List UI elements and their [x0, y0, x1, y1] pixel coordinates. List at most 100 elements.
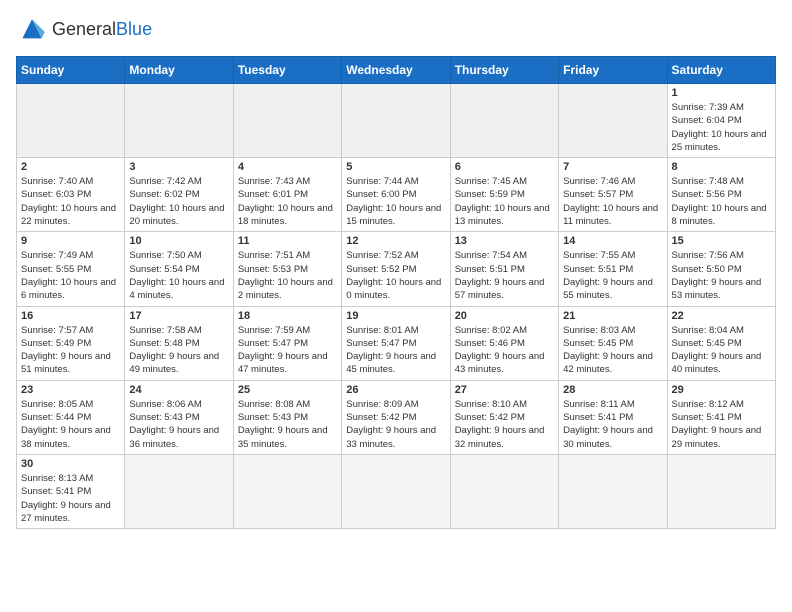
weekday-header-wednesday: Wednesday	[342, 57, 450, 84]
day-info: Sunrise: 8:04 AM Sunset: 5:45 PM Dayligh…	[672, 324, 771, 377]
day-info: Sunrise: 7:45 AM Sunset: 5:59 PM Dayligh…	[455, 175, 554, 228]
day-number: 19	[346, 310, 445, 322]
calendar-cell: 23 Sunrise: 8:05 AM Sunset: 5:44 PM Dayli…	[17, 380, 125, 454]
day-info: Sunrise: 7:44 AM Sunset: 6:00 PM Dayligh…	[346, 175, 445, 228]
calendar-cell: 30Sunrise: 8:13 AM Sunset: 5:41 PM Dayli…	[17, 454, 125, 528]
calendar-cell: 12Sunrise: 7:52 AM Sunset: 5:52 PM Dayli…	[342, 232, 450, 306]
calendar-cell	[450, 84, 558, 158]
day-info: Sunrise: 7:48 AM Sunset: 5:56 PM Dayligh…	[672, 175, 771, 228]
day-info: Sunrise: 7:49 AM Sunset: 5:55 PM Dayligh…	[21, 249, 120, 302]
day-info: Sunrise: 8:05 AM Sunset: 5:44 PM Dayligh…	[21, 398, 120, 451]
calendar-cell: 19Sunrise: 8:01 AM Sunset: 5:47 PM Dayli…	[342, 306, 450, 380]
day-number: 5	[346, 161, 445, 173]
day-info: Sunrise: 7:54 AM Sunset: 5:51 PM Dayligh…	[455, 249, 554, 302]
day-number: 11	[238, 235, 337, 247]
calendar-cell: 11 Sunrise: 7:51 AM Sunset: 5:53 PM Dayli…	[233, 232, 341, 306]
day-info: Sunrise: 8:03 AM Sunset: 5:45 PM Dayligh…	[563, 324, 662, 377]
day-info: Sunrise: 7:52 AM Sunset: 5:52 PM Dayligh…	[346, 249, 445, 302]
day-number: 8	[672, 161, 771, 173]
day-info: Sunrise: 7:57 AM Sunset: 5:49 PM Dayligh…	[21, 324, 120, 377]
calendar-cell	[450, 454, 558, 528]
calendar-cell	[233, 454, 341, 528]
day-info: Sunrise: 7:40 AM Sunset: 6:03 PM Dayligh…	[21, 175, 120, 228]
calendar-cell: 26 Sunrise: 8:09 AM Sunset: 5:42 PM Dayli…	[342, 380, 450, 454]
day-number: 7	[563, 161, 662, 173]
day-info: Sunrise: 8:09 AM Sunset: 5:42 PM Dayligh…	[346, 398, 445, 451]
calendar-cell	[233, 84, 341, 158]
day-info: Sunrise: 7:59 AM Sunset: 5:47 PM Dayligh…	[238, 324, 337, 377]
day-number: 13	[455, 235, 554, 247]
calendar-cell: 5 Sunrise: 7:44 AM Sunset: 6:00 PM Daylig…	[342, 158, 450, 232]
day-info: Sunrise: 8:11 AM Sunset: 5:41 PM Dayligh…	[563, 398, 662, 451]
calendar-cell: 1 Sunrise: 7:39 AM Sunset: 6:04 PM Daylig…	[667, 84, 775, 158]
day-info: Sunrise: 7:46 AM Sunset: 5:57 PM Dayligh…	[563, 175, 662, 228]
day-info: Sunrise: 7:51 AM Sunset: 5:53 PM Dayligh…	[238, 249, 337, 302]
calendar-cell: 4 Sunrise: 7:43 AM Sunset: 6:01 PM Daylig…	[233, 158, 341, 232]
day-number: 20	[455, 310, 554, 322]
calendar-cell	[342, 454, 450, 528]
calendar-week-row: 23 Sunrise: 8:05 AM Sunset: 5:44 PM Dayli…	[17, 380, 776, 454]
day-number: 16	[21, 310, 120, 322]
calendar-cell: 20 Sunrise: 8:02 AM Sunset: 5:46 PM Dayli…	[450, 306, 558, 380]
day-number: 18	[238, 310, 337, 322]
calendar-cell	[667, 454, 775, 528]
weekday-header-friday: Friday	[559, 57, 667, 84]
calendar-cell: 22Sunrise: 8:04 AM Sunset: 5:45 PM Dayli…	[667, 306, 775, 380]
calendar-cell: 6 Sunrise: 7:45 AM Sunset: 5:59 PM Daylig…	[450, 158, 558, 232]
weekday-header-tuesday: Tuesday	[233, 57, 341, 84]
page-header: GeneralBlue	[16, 16, 776, 44]
logo: GeneralBlue	[16, 16, 152, 44]
calendar-cell: 21 Sunrise: 8:03 AM Sunset: 5:45 PM Dayli…	[559, 306, 667, 380]
calendar-cell: 10Sunrise: 7:50 AM Sunset: 5:54 PM Dayli…	[125, 232, 233, 306]
calendar-cell: 28 Sunrise: 8:11 AM Sunset: 5:41 PM Dayli…	[559, 380, 667, 454]
calendar-cell	[342, 84, 450, 158]
day-number: 25	[238, 384, 337, 396]
day-number: 10	[129, 235, 228, 247]
day-number: 30	[21, 458, 120, 470]
day-info: Sunrise: 7:43 AM Sunset: 6:01 PM Dayligh…	[238, 175, 337, 228]
day-number: 28	[563, 384, 662, 396]
day-number: 6	[455, 161, 554, 173]
calendar-table: SundayMondayTuesdayWednesdayThursdayFrid…	[16, 56, 776, 529]
day-number: 23	[21, 384, 120, 396]
day-info: Sunrise: 7:56 AM Sunset: 5:50 PM Dayligh…	[672, 249, 771, 302]
day-number: 4	[238, 161, 337, 173]
calendar-week-row: 2 Sunrise: 7:40 AM Sunset: 6:03 PM Daylig…	[17, 158, 776, 232]
calendar-week-row: 1 Sunrise: 7:39 AM Sunset: 6:04 PM Daylig…	[17, 84, 776, 158]
calendar-cell: 24Sunrise: 8:06 AM Sunset: 5:43 PM Dayli…	[125, 380, 233, 454]
day-number: 1	[672, 87, 771, 99]
day-number: 9	[21, 235, 120, 247]
calendar-cell	[125, 454, 233, 528]
calendar-cell: 25 Sunrise: 8:08 AM Sunset: 5:43 PM Dayli…	[233, 380, 341, 454]
day-number: 2	[21, 161, 120, 173]
day-info: Sunrise: 8:08 AM Sunset: 5:43 PM Dayligh…	[238, 398, 337, 451]
calendar-cell: 16 Sunrise: 7:57 AM Sunset: 5:49 PM Dayli…	[17, 306, 125, 380]
weekday-header-sunday: Sunday	[17, 57, 125, 84]
day-number: 27	[455, 384, 554, 396]
calendar-cell: 29Sunrise: 8:12 AM Sunset: 5:41 PM Dayli…	[667, 380, 775, 454]
calendar-cell: 2 Sunrise: 7:40 AM Sunset: 6:03 PM Daylig…	[17, 158, 125, 232]
weekday-header-saturday: Saturday	[667, 57, 775, 84]
calendar-cell: 8 Sunrise: 7:48 AM Sunset: 5:56 PM Daylig…	[667, 158, 775, 232]
day-info: Sunrise: 7:39 AM Sunset: 6:04 PM Dayligh…	[672, 101, 771, 154]
day-info: Sunrise: 7:58 AM Sunset: 5:48 PM Dayligh…	[129, 324, 228, 377]
calendar-header-row: SundayMondayTuesdayWednesdayThursdayFrid…	[17, 57, 776, 84]
day-number: 26	[346, 384, 445, 396]
weekday-header-thursday: Thursday	[450, 57, 558, 84]
calendar-week-row: 30Sunrise: 8:13 AM Sunset: 5:41 PM Dayli…	[17, 454, 776, 528]
calendar-cell: 3Sunrise: 7:42 AM Sunset: 6:02 PM Daylig…	[125, 158, 233, 232]
day-info: Sunrise: 7:55 AM Sunset: 5:51 PM Dayligh…	[563, 249, 662, 302]
calendar-cell: 15 Sunrise: 7:56 AM Sunset: 5:50 PM Dayli…	[667, 232, 775, 306]
day-number: 15	[672, 235, 771, 247]
logo-icon	[16, 16, 48, 44]
day-number: 21	[563, 310, 662, 322]
logo-text: GeneralBlue	[52, 20, 152, 40]
day-number: 14	[563, 235, 662, 247]
day-number: 24	[129, 384, 228, 396]
day-number: 3	[129, 161, 228, 173]
calendar-cell: 14 Sunrise: 7:55 AM Sunset: 5:51 PM Dayli…	[559, 232, 667, 306]
calendar-cell: 18 Sunrise: 7:59 AM Sunset: 5:47 PM Dayli…	[233, 306, 341, 380]
calendar-cell: 9 Sunrise: 7:49 AM Sunset: 5:55 PM Daylig…	[17, 232, 125, 306]
calendar-cell: 27Sunrise: 8:10 AM Sunset: 5:42 PM Dayli…	[450, 380, 558, 454]
day-info: Sunrise: 8:02 AM Sunset: 5:46 PM Dayligh…	[455, 324, 554, 377]
